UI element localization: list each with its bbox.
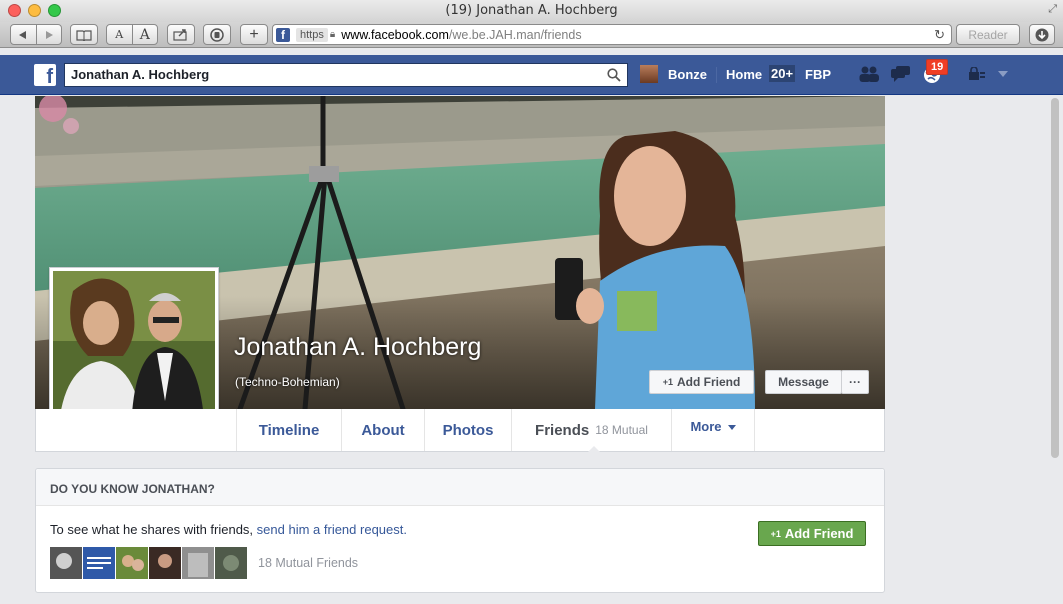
- zoom-window-button[interactable]: [48, 4, 61, 17]
- friend-requests-icon[interactable]: [858, 65, 880, 83]
- profile-tabs: Timeline About Photos Friends 18 Mutual …: [35, 409, 885, 452]
- url-host: www.facebook.com: [341, 27, 449, 42]
- search-input[interactable]: Jonathan A. Hochberg: [64, 63, 628, 87]
- mutual-friend-thumb[interactable]: [83, 547, 115, 579]
- user-avatar[interactable]: [640, 65, 658, 83]
- mutual-friend-thumb[interactable]: [149, 547, 181, 579]
- reader-button[interactable]: Reader: [956, 24, 1020, 45]
- mutual-friend-thumb[interactable]: [215, 547, 247, 579]
- mutual-friends-link[interactable]: 18 Mutual Friends: [258, 556, 358, 570]
- facebook-logo[interactable]: f: [34, 64, 56, 88]
- tab-more-label: More: [690, 419, 722, 434]
- https-label: https: [296, 27, 328, 42]
- back-arrow-icon: [19, 30, 27, 39]
- share-icon: [173, 29, 187, 41]
- profile-name[interactable]: Jonathan A. Hochberg: [234, 333, 481, 362]
- forward-arrow-icon: [45, 30, 53, 39]
- scrollbar-thumb[interactable]: [1051, 98, 1059, 458]
- mutual-friends-thumbnails: [50, 547, 248, 579]
- message-button[interactable]: Message: [765, 370, 842, 394]
- back-button[interactable]: [11, 30, 36, 40]
- tab-photos[interactable]: Photos: [424, 409, 511, 451]
- window-titlebar: (19) Jonathan A. Hochberg ⤢: [0, 0, 1063, 22]
- more-options-button[interactable]: ···: [841, 370, 869, 394]
- mutual-friend-thumb[interactable]: [116, 547, 148, 579]
- address-bar[interactable]: f https 🔒︎ www.facebook.com /we.be.JAH.m…: [272, 24, 952, 45]
- close-window-button[interactable]: [8, 4, 21, 17]
- mutual-friend-thumb[interactable]: [50, 547, 82, 579]
- mutual-count: 18 Mutual: [595, 423, 648, 437]
- share-button[interactable]: [167, 24, 195, 45]
- tab-friends[interactable]: Friends 18 Mutual: [511, 409, 671, 451]
- search-value: Jonathan A. Hochberg: [71, 67, 210, 82]
- add-friend-button[interactable]: +1 Add Friend: [649, 370, 754, 394]
- messages-icon[interactable]: [890, 65, 912, 83]
- new-tab-button[interactable]: +: [240, 24, 268, 45]
- page-scrollbar[interactable]: [1049, 96, 1061, 604]
- tab-friends-label: Friends: [535, 421, 590, 439]
- facebook-favicon-icon: f: [276, 27, 290, 42]
- text-size-buttons: A A: [106, 24, 158, 45]
- download-icon: [1035, 28, 1049, 41]
- know-box-prefix: To see what he shares with friends,: [50, 522, 257, 537]
- do-you-know-box: DO YOU KNOW JONATHAN? To see what he sha…: [35, 468, 885, 593]
- active-tab-indicator: [588, 446, 600, 452]
- account-menu-chevron-icon[interactable]: [998, 71, 1008, 77]
- nav-user-name[interactable]: Bonze: [668, 67, 707, 82]
- mutual-friend-thumb[interactable]: [182, 547, 214, 579]
- search-icon[interactable]: [607, 68, 621, 82]
- know-box-text: To see what he shares with friends, send…: [50, 522, 407, 537]
- nav-home-count: 20+: [769, 65, 796, 82]
- url-path: /we.be.JAH.man/friends: [448, 27, 582, 42]
- add-friend-green-label: Add Friend: [784, 526, 854, 541]
- add-friend-icon: +1: [770, 528, 781, 539]
- nav-fbp-link[interactable]: FBP: [805, 67, 831, 82]
- chevron-down-icon: [727, 425, 736, 430]
- notification-badge: 19: [926, 59, 949, 75]
- add-friend-label: Add Friend: [676, 375, 741, 389]
- text-bigger-button[interactable]: A: [133, 27, 158, 43]
- forward-button[interactable]: [37, 30, 62, 40]
- tab-timeline[interactable]: Timeline: [236, 409, 341, 451]
- add-friend-green-button[interactable]: +1 Add Friend: [758, 521, 866, 546]
- book-icon: [76, 29, 92, 41]
- privacy-shortcuts-icon[interactable]: [968, 67, 986, 81]
- know-box-header: DO YOU KNOW JONATHAN?: [36, 469, 884, 506]
- window-title: (19) Jonathan A. Hochberg: [445, 3, 618, 18]
- nav-home-link[interactable]: Home: [726, 67, 762, 82]
- facebook-top-bar: f Jonathan A. Hochberg Bonze Home 20+ FB…: [0, 55, 1063, 95]
- browser-toolbar: A A + f https 🔒︎ www.facebook.com /we.be…: [0, 22, 1063, 48]
- add-friend-icon: +1: [662, 377, 673, 387]
- bookmarks-button[interactable]: [70, 24, 98, 45]
- minimize-window-button[interactable]: [28, 4, 41, 17]
- tab-more[interactable]: More: [671, 409, 755, 451]
- profile-nickname: (Techno-Bohemian): [235, 375, 340, 389]
- downloads-button[interactable]: [1029, 24, 1055, 45]
- nav-divider: [716, 67, 717, 83]
- send-friend-request-link[interactable]: send him a friend request.: [257, 522, 407, 537]
- back-forward-buttons: [10, 24, 62, 45]
- hand-icon: [210, 27, 224, 42]
- privacy-button[interactable]: [203, 24, 231, 45]
- text-smaller-button[interactable]: A: [107, 28, 132, 41]
- lock-icon: 🔒︎: [329, 29, 336, 40]
- reload-icon[interactable]: ↻: [934, 27, 945, 43]
- fullscreen-icon[interactable]: ⤢: [1048, 3, 1057, 16]
- tab-about[interactable]: About: [341, 409, 424, 451]
